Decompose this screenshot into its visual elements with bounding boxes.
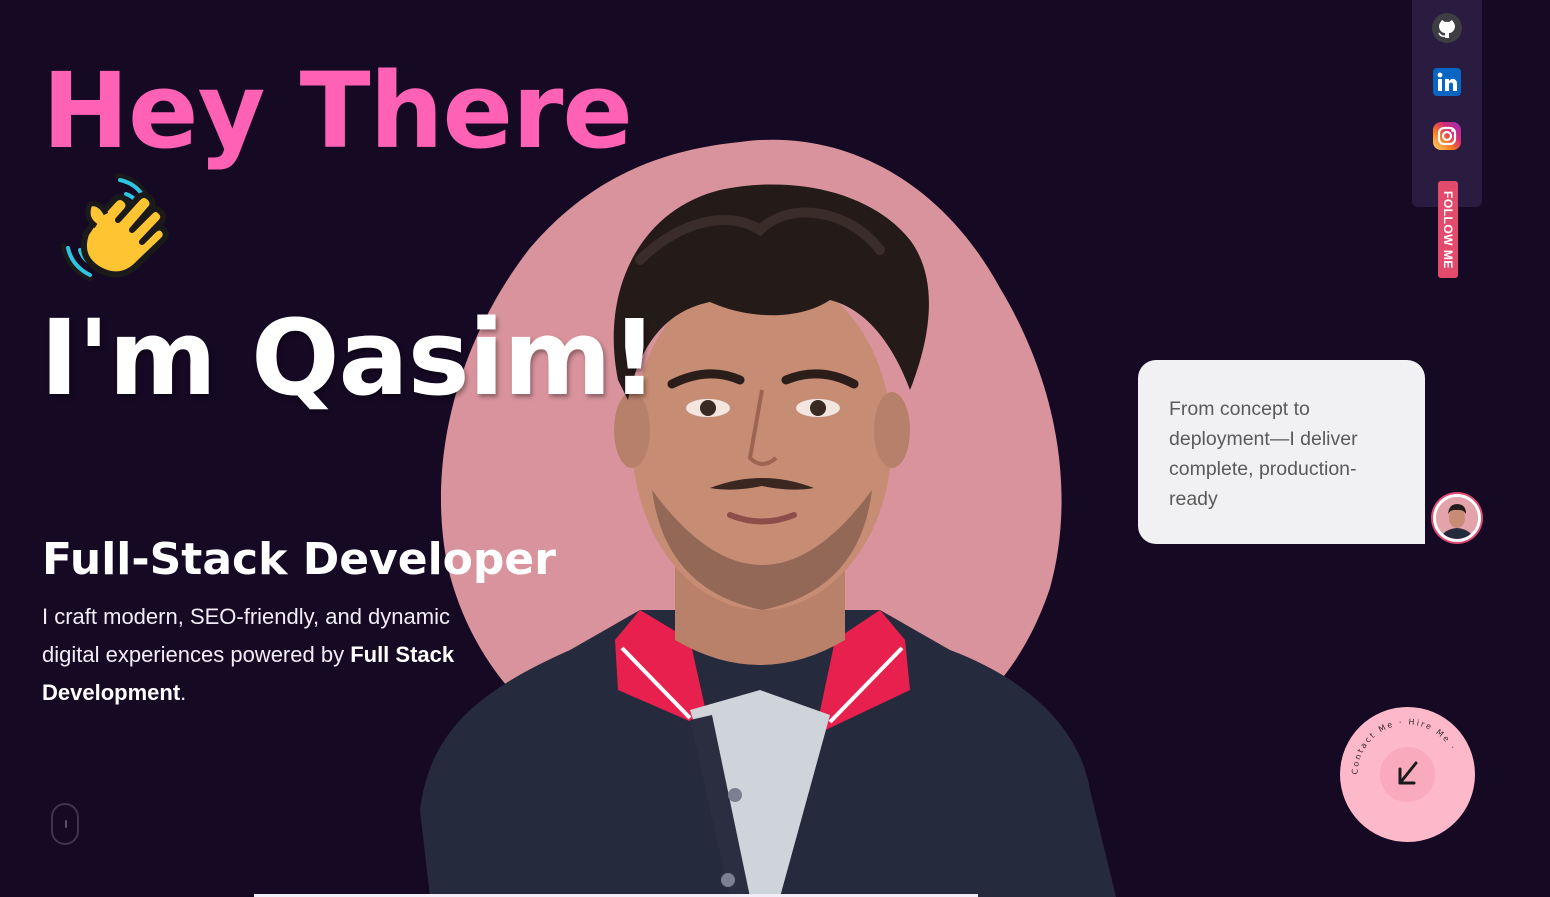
description-end: . [180, 680, 187, 705]
bubble-text: From concept to deployment—I deliver com… [1169, 398, 1358, 510]
role-heading: Full-Stack Developer [42, 534, 556, 585]
waving-hand-icon [61, 173, 169, 281]
instagram-icon[interactable] [1431, 120, 1463, 152]
github-icon[interactable] [1431, 12, 1463, 44]
avatar [1433, 494, 1481, 542]
scroll-mouse-icon[interactable] [51, 803, 79, 845]
arrow-down-left-icon [1398, 761, 1418, 785]
name-heading: I'm Qasim! [40, 297, 658, 419]
contact-button[interactable]: Contact Me · Hire Me · [1340, 707, 1475, 842]
hero-description: I craft modern, SEO-friendly, and dynami… [42, 598, 502, 712]
linkedin-icon[interactable] [1431, 66, 1463, 98]
social-rail [1412, 0, 1482, 207]
follow-me-tag: FOLLOW ME [1438, 181, 1458, 278]
tagline-bubble: From concept to deployment—I deliver com… [1138, 360, 1425, 544]
follow-me-label: FOLLOW ME [1441, 190, 1455, 269]
